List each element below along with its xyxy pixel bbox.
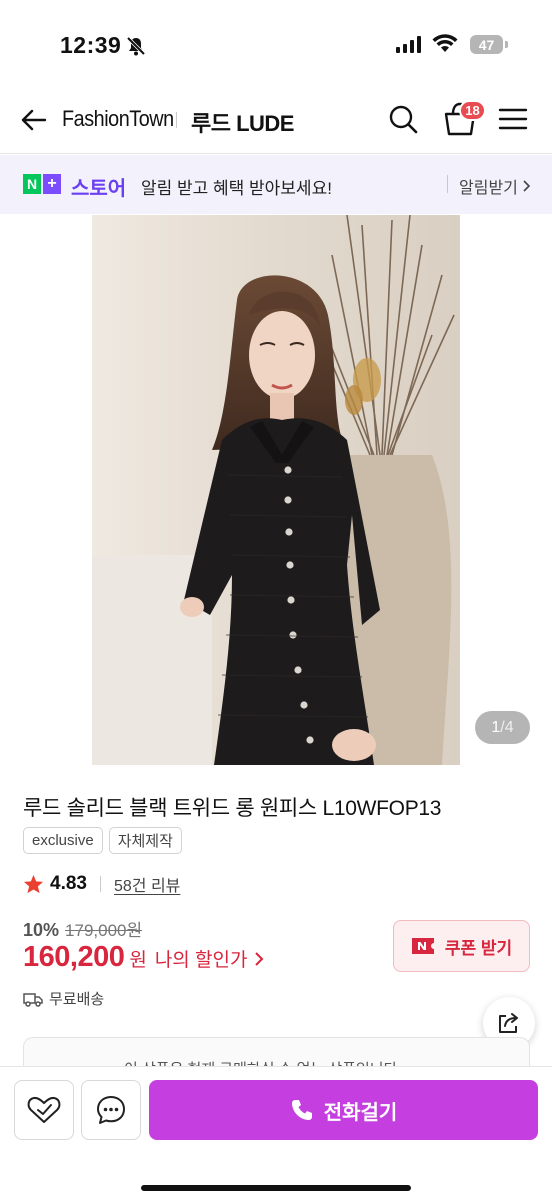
my-discount-price-link[interactable]: 나의 할인가 xyxy=(155,945,264,972)
heart-check-icon xyxy=(27,1096,61,1123)
model-photo xyxy=(92,215,460,765)
chat-bubble-icon xyxy=(97,1096,125,1124)
store-word: 스토어 xyxy=(71,178,127,200)
naver-n-logo: N xyxy=(23,174,41,194)
discount-rate: 10% xyxy=(23,920,60,940)
home-indicator[interactable] xyxy=(141,1185,411,1191)
notification-link-label: 알림받기 xyxy=(459,180,518,197)
original-price: 179,000원 xyxy=(65,921,143,940)
battery-tip xyxy=(505,41,508,48)
bottom-action-bar: 전화걸기 xyxy=(0,1066,552,1200)
talk-button[interactable] xyxy=(81,1080,141,1140)
battery-level: 47 xyxy=(478,36,495,53)
sale-price: 160,200 xyxy=(23,941,125,973)
tag-exclusive: exclusive xyxy=(23,827,103,854)
shipping-label: 무료배송 xyxy=(49,991,105,1008)
hamburger-menu-icon xyxy=(498,108,528,130)
store-name[interactable]: 루드 LUDE xyxy=(191,106,294,138)
naver-store-banner[interactable]: N + 스토어 알림 받고 혜택 받아보세요! 알림받기 xyxy=(0,155,552,214)
cart-count-badge: 18 xyxy=(459,100,486,121)
image-counter: 1 / 4 xyxy=(475,711,530,744)
coupon-button[interactable]: 쿠폰 받기 xyxy=(393,920,530,972)
back-button[interactable] xyxy=(18,104,50,136)
battery-icon: 47 xyxy=(470,35,503,54)
call-button[interactable]: 전화걸기 xyxy=(149,1080,538,1140)
naver-coupon-icon xyxy=(411,938,434,954)
bell-slash-icon xyxy=(125,35,147,62)
rating-row: 4.83 58건 리뷰 xyxy=(23,872,180,896)
price-row: 160,200 원 나의 할인가 xyxy=(23,941,264,974)
share-icon xyxy=(499,1013,518,1033)
image-counter-total: 4 xyxy=(504,718,514,736)
search-icon xyxy=(389,105,418,134)
chevron-right-icon xyxy=(254,951,263,966)
cellular-signal-icon xyxy=(396,36,421,53)
chevron-right-icon xyxy=(523,180,531,192)
status-time: 12:39 xyxy=(60,32,122,58)
product-image[interactable] xyxy=(92,215,460,765)
phone-icon xyxy=(291,1100,312,1120)
shipping-info: 무료배송 xyxy=(23,988,104,1009)
product-title: 루드 솔리드 블랙 트위드 롱 원피스 L10WFOP13 xyxy=(23,797,442,820)
rating-value: 4.83 xyxy=(50,873,87,894)
price-unit: 원 xyxy=(129,950,147,971)
wifi-icon xyxy=(432,34,458,59)
image-counter-current: 1 xyxy=(491,718,501,736)
plus-logo: + xyxy=(43,174,61,194)
my-discount-price-label: 나의 할인가 xyxy=(154,950,248,971)
call-label: 전화걸기 xyxy=(323,1101,398,1124)
discount-row: 10% 179,000원 xyxy=(23,916,142,941)
naver-plus-logo: N + xyxy=(23,174,61,194)
status-bar: 12:39 47 xyxy=(0,0,552,90)
star-icon xyxy=(23,874,44,894)
coupon-label: 쿠폰 받기 xyxy=(444,938,513,958)
truck-icon xyxy=(23,992,43,1007)
rating-separator xyxy=(99,876,101,892)
review-count-link[interactable]: 58건 리뷰 xyxy=(114,872,180,896)
notification-link[interactable]: 알림받기 xyxy=(459,174,531,198)
wishlist-button[interactable] xyxy=(14,1080,74,1140)
back-arrow-icon xyxy=(21,109,47,131)
brand-separator xyxy=(176,112,177,128)
banner-message: 알림 받고 혜택 받아보세요! xyxy=(141,179,332,198)
product-tags: exclusive 자체제작 xyxy=(23,827,182,854)
brand-logo[interactable]: FashionTown xyxy=(62,106,174,132)
menu-button[interactable] xyxy=(498,104,528,134)
search-button[interactable] xyxy=(386,102,420,136)
tag-self-made: 자체제작 xyxy=(108,827,182,854)
banner-divider xyxy=(447,175,448,193)
